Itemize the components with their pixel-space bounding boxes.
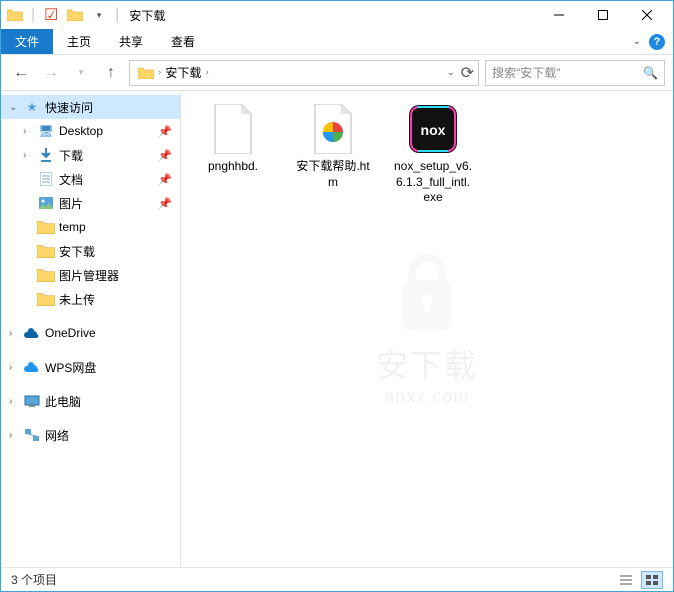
- sidebar-item-image-manager[interactable]: 图片管理器: [1, 263, 180, 287]
- close-button[interactable]: [625, 1, 669, 29]
- sidebar-quick-access[interactable]: ⌄ ★ 快速访问: [1, 95, 180, 119]
- details-view-button[interactable]: [615, 571, 637, 589]
- sidebar-item-downloads[interactable]: › 下载 📌: [1, 143, 180, 167]
- star-icon: ★: [23, 98, 41, 116]
- htm-file-icon: [307, 103, 359, 155]
- search-placeholder: 搜索"安下载": [492, 64, 561, 81]
- folder-icon: [37, 242, 55, 260]
- expand-icon[interactable]: ›: [9, 430, 21, 441]
- expand-icon[interactable]: ›: [23, 126, 35, 137]
- icons-view-button[interactable]: [641, 571, 663, 589]
- minimize-button[interactable]: [537, 1, 581, 29]
- expand-icon[interactable]: ›: [9, 362, 21, 373]
- ribbon-tabs: 文件 主页 共享 查看 ⌄ ?: [1, 29, 673, 55]
- history-dropdown[interactable]: ▾: [69, 61, 93, 85]
- status-bar: 3 个项目: [1, 567, 673, 591]
- navigation-pane: ⌄ ★ 快速访问 › 🖥 Desktop 📌 › 下载 📌 文档 📌 图片 📌: [1, 91, 181, 567]
- pictures-icon: [37, 194, 55, 212]
- file-item[interactable]: pnghhbd.: [193, 103, 273, 175]
- sidebar-item-documents[interactable]: 文档 📌: [1, 167, 180, 191]
- wps-icon: [23, 358, 41, 376]
- expand-icon[interactable]: ⌄: [9, 102, 21, 113]
- desktop-icon: 🖥: [37, 122, 55, 140]
- navigation-bar: ← → ▾ ↑ › 安下载 › ⌄ ⟳ 搜索"安下载" 🔍: [1, 55, 673, 91]
- address-dropdown-icon[interactable]: ⌄: [447, 67, 455, 78]
- sidebar-wps[interactable]: › WPS网盘: [1, 355, 180, 379]
- separator: |: [115, 6, 119, 24]
- back-button[interactable]: ←: [9, 61, 33, 85]
- folder-icon[interactable]: [5, 5, 25, 25]
- file-item[interactable]: nox nox_setup_v6.6.1.3_full_intl.exe: [393, 103, 473, 206]
- file-name: 安下载帮助.htm: [293, 159, 373, 190]
- sidebar-item-pictures[interactable]: 图片 📌: [1, 191, 180, 215]
- pin-icon: 📌: [158, 173, 172, 186]
- tab-file[interactable]: 文件: [1, 29, 53, 54]
- documents-icon: [37, 170, 55, 188]
- refresh-icon[interactable]: ⟳: [461, 63, 474, 83]
- checkbox-icon[interactable]: ☑: [41, 5, 61, 25]
- expand-icon[interactable]: ›: [23, 150, 35, 161]
- folder-icon[interactable]: [65, 5, 85, 25]
- titlebar: | ☑ ▾ | 安下载: [1, 1, 673, 29]
- computer-icon: [23, 392, 41, 410]
- sidebar-item-anxz[interactable]: 安下载: [1, 239, 180, 263]
- tab-share[interactable]: 共享: [105, 29, 157, 54]
- breadcrumb-item[interactable]: 安下载: [161, 64, 205, 81]
- svg-text:nox: nox: [421, 122, 446, 138]
- sidebar-this-pc[interactable]: › 此电脑: [1, 389, 180, 413]
- window-controls: [537, 1, 669, 29]
- item-count: 3 个项目: [11, 571, 57, 588]
- watermark: 安下载 anxz.com: [376, 251, 478, 408]
- network-icon: [23, 426, 41, 444]
- file-list[interactable]: 安下载 anxz.com pnghhbd. 安下载帮助.htm nox: [181, 91, 673, 567]
- pin-icon: 📌: [158, 197, 172, 210]
- forward-button[interactable]: →: [39, 61, 63, 85]
- sidebar-onedrive[interactable]: › OneDrive: [1, 321, 180, 345]
- file-name: pnghhbd.: [208, 159, 258, 175]
- address-bar[interactable]: › 安下载 › ⌄ ⟳: [129, 60, 479, 86]
- folder-icon: [37, 290, 55, 308]
- expand-icon[interactable]: ›: [9, 396, 21, 407]
- sidebar-item-temp[interactable]: temp: [1, 215, 180, 239]
- file-name: nox_setup_v6.6.1.3_full_intl.exe: [393, 159, 473, 206]
- tab-view[interactable]: 查看: [157, 29, 209, 54]
- sidebar-network[interactable]: › 网络: [1, 423, 180, 447]
- sidebar-item-not-uploaded[interactable]: 未上传: [1, 287, 180, 311]
- search-input[interactable]: 搜索"安下载" 🔍: [485, 60, 665, 86]
- dropdown-icon[interactable]: ▾: [89, 5, 109, 25]
- onedrive-icon: [23, 324, 41, 342]
- folder-icon: [134, 67, 158, 79]
- folder-icon: [37, 218, 55, 236]
- sidebar-item-desktop[interactable]: › 🖥 Desktop 📌: [1, 119, 180, 143]
- chevron-right-icon[interactable]: ›: [205, 67, 208, 78]
- expand-ribbon-icon[interactable]: ⌄: [633, 36, 641, 47]
- window-title: 安下载: [129, 7, 165, 24]
- search-icon: 🔍: [643, 66, 658, 80]
- pin-icon: 📌: [158, 125, 172, 138]
- separator: |: [31, 6, 35, 24]
- expand-icon[interactable]: ›: [9, 328, 21, 339]
- quick-access-toolbar: | ☑ ▾ |: [5, 5, 121, 25]
- downloads-icon: [37, 146, 55, 164]
- folder-icon: [37, 266, 55, 284]
- help-icon[interactable]: ?: [649, 34, 665, 50]
- file-item[interactable]: 安下载帮助.htm: [293, 103, 373, 190]
- up-button[interactable]: ↑: [99, 61, 123, 85]
- maximize-button[interactable]: [581, 1, 625, 29]
- tab-home[interactable]: 主页: [53, 29, 105, 54]
- pin-icon: 📌: [158, 149, 172, 162]
- content-area: ⌄ ★ 快速访问 › 🖥 Desktop 📌 › 下载 📌 文档 📌 图片 📌: [1, 91, 673, 567]
- nox-exe-icon: nox: [407, 103, 459, 155]
- file-icon: [207, 103, 259, 155]
